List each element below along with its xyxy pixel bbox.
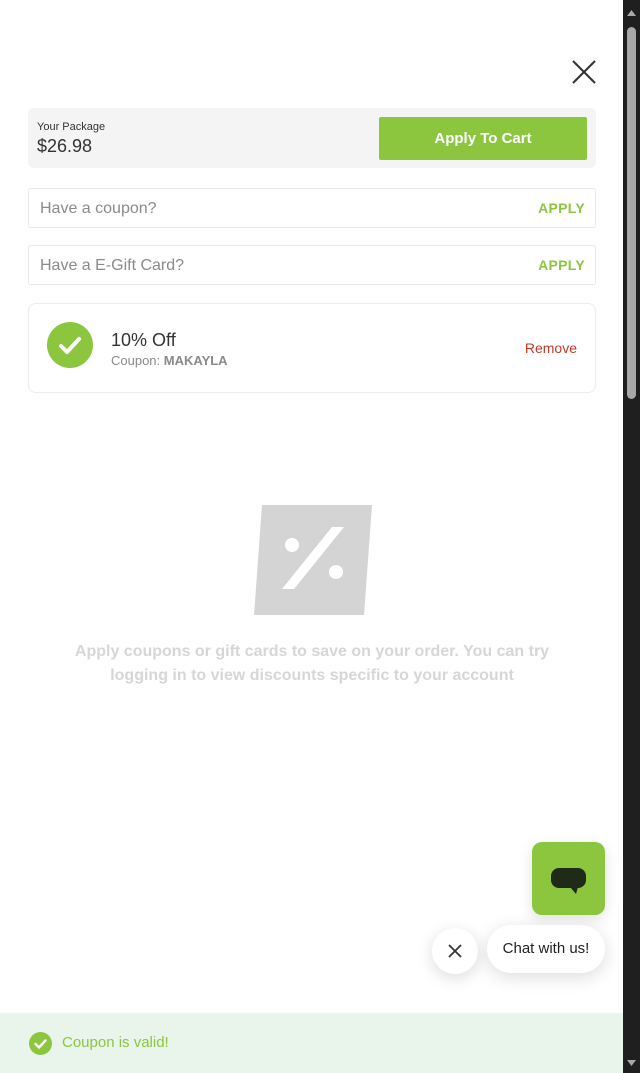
package-label: Your Package — [37, 121, 106, 133]
close-icon[interactable] — [568, 56, 600, 88]
check-icon — [47, 322, 93, 368]
chat-dismiss-button[interactable] — [432, 928, 478, 974]
package-price: $26.98 — [37, 136, 93, 156]
package-summary: Your Package $26.98 Apply To Cart — [28, 108, 596, 168]
scroll-down-icon[interactable] — [626, 1055, 637, 1066]
coupon-row: APPLY — [28, 188, 596, 229]
apply-to-cart-button[interactable]: Apply To Cart — [379, 117, 587, 160]
empty-state-message: Apply coupons or gift cards to save on y… — [74, 643, 550, 684]
scroll-up-icon[interactable] — [626, 6, 637, 17]
applied-coupon-card: 10% Off Coupon: MAKAYLA Remove — [28, 303, 596, 393]
toast-message: Coupon is valid! — [62, 1034, 169, 1051]
chat-with-us-bubble[interactable]: Chat with us! — [487, 925, 605, 973]
remove-coupon-link[interactable]: Remove — [525, 340, 577, 356]
gift-card-row: APPLY — [28, 245, 596, 286]
toast-notification: Coupon is valid! — [0, 1013, 623, 1073]
discount-title: 10% Off — [111, 330, 176, 350]
chat-launcher-button[interactable] — [532, 842, 605, 915]
gift-card-input[interactable] — [38, 246, 512, 286]
coupon-apply-button[interactable]: APPLY — [538, 189, 585, 227]
coupon-prefix: Coupon: — [111, 353, 164, 368]
coupon-input[interactable] — [38, 189, 512, 229]
coupon-code: MAKAYLA — [163, 353, 228, 368]
check-icon — [29, 1032, 52, 1055]
scrollbar-thumb[interactable] — [627, 27, 636, 399]
percent-icon — [252, 505, 374, 615]
chat-icon — [551, 868, 586, 894]
scrollbar[interactable] — [623, 0, 640, 1073]
gift-card-apply-button[interactable]: APPLY — [538, 246, 585, 284]
close-icon — [448, 944, 462, 958]
coupon-code-line: Coupon: MAKAYLA — [111, 353, 228, 368]
